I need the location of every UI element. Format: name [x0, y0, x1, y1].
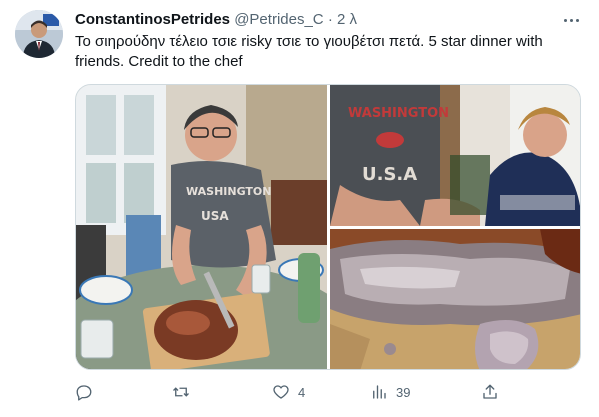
tweet-header: ConstantinosPetrides @Petrides_C · 2 λ [75, 10, 579, 30]
author-handle[interactable]: @Petrides_C [234, 11, 323, 28]
share-icon [483, 384, 497, 399]
tweet: ConstantinosPetrides @Petrides_C · 2 λ Τ… [0, 0, 599, 417]
shirt-text-usa-2: U.S.A [362, 164, 417, 185]
shirt-text-usa-1: USA [201, 209, 229, 223]
ellipsis-icon[interactable] [559, 10, 583, 30]
shirt-text-washington-2: WASHINGTON [348, 106, 449, 121]
reply-button[interactable] [75, 380, 101, 404]
views-button[interactable]: 39 [370, 380, 410, 404]
views-count: 39 [396, 384, 411, 400]
author-name[interactable]: ConstantinosPetrides [75, 11, 230, 28]
avatar-image [15, 10, 63, 58]
reply-icon [76, 385, 92, 401]
action-bar: 4 39 [75, 380, 505, 404]
like-button[interactable]: 4 [272, 380, 305, 404]
shirt-text-washington-1: WASHINGTON [186, 185, 271, 198]
dinner-table-photo[interactable]: WASHINGTON USA [76, 85, 327, 369]
guests-photo[interactable]: WASHINGTON U.S.A [330, 85, 580, 226]
tweet-text: Το σιηρούδην τέλειο τσιε risky τσιε το γ… [75, 32, 575, 72]
meat-closeup-photo[interactable] [330, 229, 580, 369]
separator-dot: · [327, 11, 333, 28]
views-chart-icon [373, 385, 386, 399]
tweet-text-line-2: friends. Credit to the chef [75, 53, 243, 70]
tweet-text-line-1: Το σιηρούδην τέλειο τσιε risky τσιε το γ… [75, 33, 543, 50]
tweet-time[interactable]: 2 λ [337, 11, 357, 28]
share-button[interactable] [481, 380, 507, 404]
retweet-button[interactable] [172, 380, 198, 404]
avatar[interactable] [15, 10, 63, 58]
heart-icon [273, 385, 289, 399]
retweet-icon [173, 387, 189, 397]
media-grid: WASHINGTON USA WASHINGTON U.S.A [75, 84, 581, 370]
like-count: 4 [298, 384, 306, 400]
